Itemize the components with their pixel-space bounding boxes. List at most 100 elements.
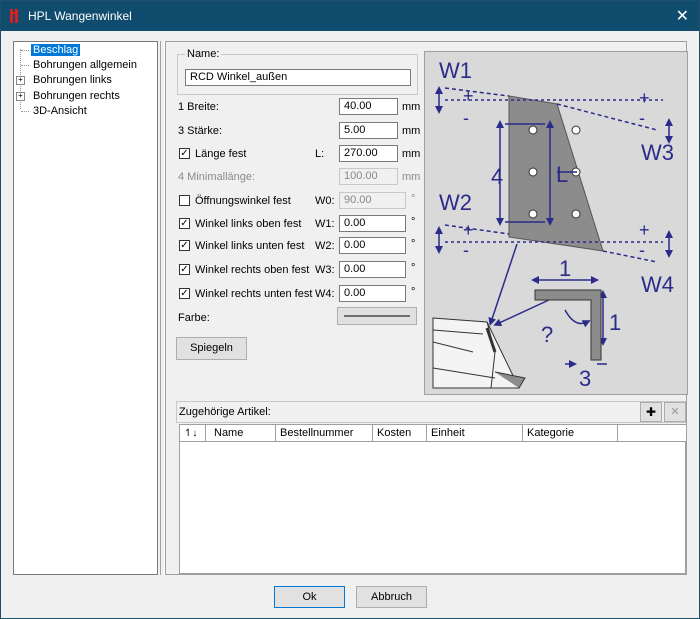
svg-text:W1: W1 [439, 58, 472, 83]
staerke-input[interactable]: 5.00 [339, 122, 398, 139]
column-header-bestellnummer[interactable]: Bestellnummer [276, 425, 373, 441]
w4-label: W4: [315, 288, 335, 300]
winkel-links-unten-checkbox[interactable]: ✓ [179, 240, 190, 251]
svg-text:W3: W3 [641, 140, 674, 165]
remove-icon: ✕ [670, 406, 680, 418]
w3-input[interactable]: 0.00 [339, 261, 406, 278]
tree-item-bohrungen-allgemein[interactable]: Bohrungen allgemein [31, 58, 139, 72]
svg-text:-: - [463, 108, 469, 128]
minimallaenge-label: 4 Minimallänge: [178, 171, 256, 183]
add-article-button[interactable]: ✚ [640, 402, 662, 422]
app-icon [10, 9, 18, 23]
svg-text:3: 3 [579, 366, 591, 391]
ok-button[interactable]: Ok [274, 586, 345, 608]
cabinet-perspective [432, 317, 526, 389]
svg-text:+: + [639, 220, 650, 240]
l-input[interactable]: 270.00 [339, 145, 398, 162]
minimallaenge-unit: mm [402, 171, 421, 183]
minimallaenge-input: 100.00 [339, 168, 398, 185]
column-header-einheit[interactable]: Einheit [427, 425, 523, 441]
svg-text:W2: W2 [439, 190, 472, 215]
w0-label: W0: [315, 195, 335, 207]
column-header-kosten[interactable]: Kosten [373, 425, 427, 441]
tree-item-beschlag[interactable]: Beschlag [31, 43, 81, 57]
oeffnungswinkel-checkbox[interactable] [179, 195, 190, 206]
w0-unit: ° [411, 193, 416, 205]
w4-unit: ° [411, 286, 416, 298]
articles-list-header: ↿↓ Name Bestellnummer Kosten Einheit Kat… [180, 425, 686, 442]
w0-input: 90.00 [339, 192, 406, 209]
name-group-title: Name: [185, 48, 222, 60]
svg-text:1: 1 [609, 310, 621, 335]
staerke-unit: mm [402, 125, 421, 137]
breite-unit: mm [402, 101, 421, 113]
svg-text:1: 1 [559, 256, 571, 281]
cancel-button[interactable]: Abbruch [356, 586, 427, 608]
title-bar: HPL Wangenwinkel ✕ [1, 1, 699, 31]
oeffnungswinkel-label: Öffnungswinkel fest [195, 195, 291, 207]
svg-text:-: - [639, 240, 645, 260]
winkel-links-oben-label: Winkel links oben fest [195, 218, 302, 230]
articles-list[interactable]: ↿↓ Name Bestellnummer Kosten Einheit Kat… [179, 424, 686, 574]
column-header-name[interactable]: Name [206, 425, 276, 441]
sort-column-header[interactable]: ↿↓ [180, 425, 206, 441]
name-input[interactable]: RCD Winkel_außen [185, 69, 411, 86]
svg-text:+: + [639, 88, 650, 108]
winkel-links-unten-label: Winkel links unten fest [195, 240, 305, 252]
svg-text:+: + [463, 220, 474, 240]
farbe-label: Farbe: [178, 312, 210, 324]
laenge-fest-checkbox[interactable]: ✓ [179, 148, 190, 159]
staerke-label: 3 Stärke: [178, 125, 223, 137]
expand-plus-icon[interactable]: + [16, 92, 25, 101]
laenge-fest-label: Länge fest [195, 148, 247, 160]
svg-text:?: ? [541, 322, 553, 347]
winkel-links-oben-checkbox[interactable]: ✓ [179, 218, 190, 229]
articles-label: Zugehörige Artikel: [179, 406, 271, 418]
navigation-tree: Beschlag Bohrungen allgemein + Bohrungen… [13, 41, 158, 575]
bracket-diagram-svg: W1 W2 W3 W4 4 L 1 1 3 ? + - + - + - + - [432, 58, 674, 391]
l-label: L: [315, 148, 325, 160]
w1-label: W1: [315, 218, 335, 230]
winkel-rechts-oben-label: Winkel rechts oben fest [195, 264, 310, 276]
breite-input[interactable]: 40.00 [339, 98, 398, 115]
tree-item-3d-ansicht[interactable]: 3D-Ansicht [31, 104, 89, 118]
svg-text:-: - [463, 240, 469, 260]
sort-icon: ↿↓ [184, 428, 198, 439]
w1-input[interactable]: 0.00 [339, 215, 406, 232]
tree-item-bohrungen-links[interactable]: Bohrungen links [31, 73, 114, 87]
w1-unit: ° [411, 216, 416, 228]
expand-plus-icon[interactable]: + [16, 76, 25, 85]
column-header-kategorie[interactable]: Kategorie [523, 425, 618, 441]
winkel-rechts-unten-label: Winkel rechts unten fest [195, 288, 313, 300]
svg-text:W4: W4 [641, 272, 674, 297]
tree-item-label: Bohrungen allgemein [33, 59, 137, 71]
spiegeln-button[interactable]: Spiegeln [176, 337, 247, 360]
tree-item-label: 3D-Ansicht [33, 105, 87, 117]
tree-item-label: Beschlag [31, 44, 81, 56]
svg-text:+: + [463, 86, 474, 106]
w2-unit: ° [411, 238, 416, 250]
farbe-button[interactable] [337, 307, 417, 325]
plus-icon: ✚ [645, 405, 657, 419]
tree-item-label: Bohrungen links [33, 74, 112, 86]
dialog-window: HPL Wangenwinkel ✕ Beschlag Bohrungen al… [0, 0, 700, 619]
remove-article-button[interactable]: ✕ [664, 402, 686, 422]
svg-text:4: 4 [491, 164, 503, 189]
breite-label: 1 Breite: [178, 101, 219, 113]
winkel-rechts-oben-checkbox[interactable]: ✓ [179, 264, 190, 275]
window-title: HPL Wangenwinkel [28, 9, 132, 23]
w3-unit: ° [411, 262, 416, 274]
tree-item-bohrungen-rechts[interactable]: Bohrungen rechts [31, 89, 122, 103]
svg-text:L: L [556, 162, 568, 187]
w2-input[interactable]: 0.00 [339, 237, 406, 254]
close-icon[interactable]: ✕ [676, 6, 689, 26]
winkel-rechts-unten-checkbox[interactable]: ✓ [179, 288, 190, 299]
color-swatch [344, 315, 410, 317]
svg-text:-: - [639, 108, 645, 128]
l-unit: mm [402, 148, 421, 160]
tree-item-label: Bohrungen rechts [33, 90, 120, 102]
w2-label: W2: [315, 240, 335, 252]
geometry-diagram: W1 W2 W3 W4 4 L 1 1 3 ? + - + - + - + - [424, 51, 688, 395]
w3-label: W3: [315, 264, 335, 276]
w4-input[interactable]: 0.00 [339, 285, 406, 302]
